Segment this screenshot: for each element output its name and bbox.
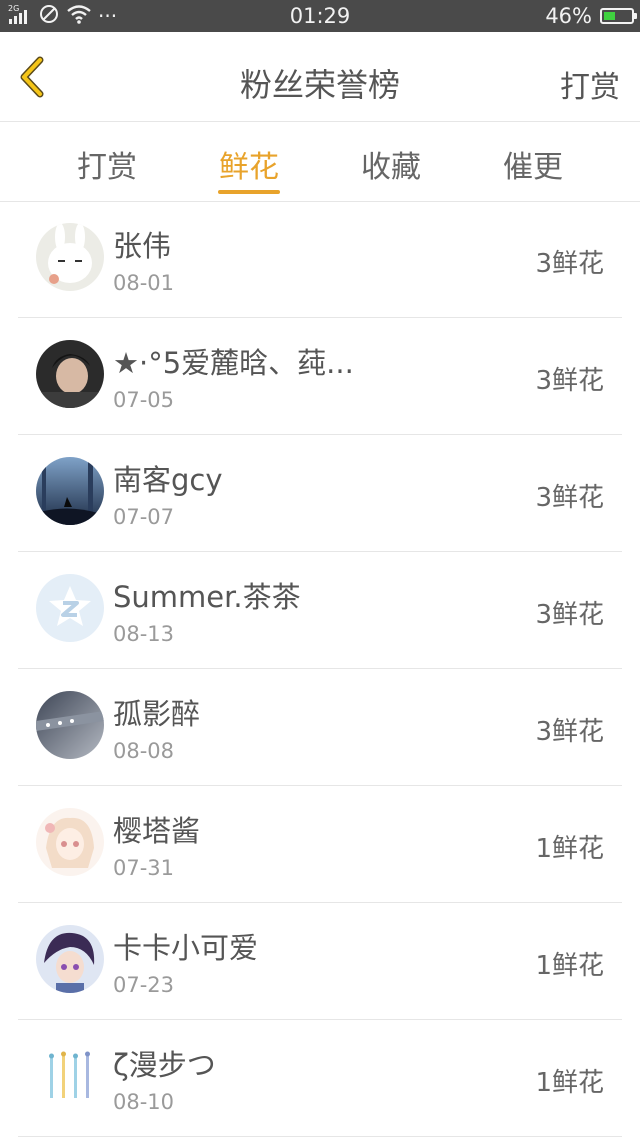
flower-count: 1鲜花 <box>535 951 604 981</box>
gift-date: 08-13 <box>113 622 175 646</box>
tab-urge-update[interactable]: 催更 <box>488 142 578 186</box>
battery-icon <box>600 8 637 24</box>
reward-button[interactable]: 打赏 <box>560 62 620 106</box>
battery-tip <box>634 13 637 19</box>
white-rabbit-avatar <box>36 223 104 291</box>
status-right: 46% <box>545 4 637 28</box>
active-tab-indicator <box>218 190 280 194</box>
tab-reward[interactable]: 打赏 <box>62 142 152 186</box>
user-name: 张伟 <box>113 229 172 263</box>
flower-count: 3鲜花 <box>535 249 604 279</box>
status-bar: 2G ··· 01:29 46% <box>0 0 640 32</box>
gift-date: 08-01 <box>113 271 175 295</box>
boy-portrait-avatar <box>36 340 104 408</box>
wolf-forest-avatar <box>36 457 104 525</box>
chevron-left-icon <box>20 56 44 98</box>
anime-boy-avatar <box>36 925 104 993</box>
flower-count: 3鲜花 <box>535 600 604 630</box>
user-name: ζ漫步つ <box>113 1048 216 1082</box>
default-qq-avatar <box>36 574 104 642</box>
gift-date: 08-08 <box>113 739 175 763</box>
flower-count: 3鲜花 <box>535 483 604 513</box>
user-name: Summer.茶茶 <box>113 580 301 614</box>
list-item[interactable]: 樱塔酱 07-31 1鲜花 <box>0 786 640 903</box>
list-item[interactable]: 卡卡小可爱 07-23 1鲜花 <box>0 903 640 1020</box>
user-name: 樱塔酱 <box>113 814 201 848</box>
page-title: 粉丝荣誉榜 <box>239 66 400 104</box>
tab-flowers[interactable]: 鲜花 <box>204 142 294 186</box>
user-name: ★·°5爱麓晗、莼... <box>113 346 354 380</box>
list-item[interactable]: Summer.茶茶 08-13 3鲜花 <box>0 552 640 669</box>
list-item[interactable]: 南客gcy 07-07 3鲜花 <box>0 435 640 552</box>
flower-count: 1鲜花 <box>535 834 604 864</box>
gift-date: 07-23 <box>113 973 175 997</box>
user-name: 卡卡小可爱 <box>113 931 259 965</box>
battery-percent: 46% <box>545 4 592 28</box>
flower-count: 3鲜花 <box>535 717 604 747</box>
gift-date: 07-05 <box>113 388 175 412</box>
user-name: 南客gcy <box>113 463 223 497</box>
user-name: 孤影醉 <box>113 697 201 731</box>
status-time: 01:29 <box>289 4 351 28</box>
back-button[interactable] <box>10 52 60 102</box>
list-item[interactable]: 张伟 08-01 3鲜花 <box>0 201 640 318</box>
flower-count: 1鲜花 <box>535 1068 604 1098</box>
flower-count: 3鲜花 <box>535 366 604 396</box>
umbrellas-avatar <box>36 1042 104 1110</box>
tunnel-avatar <box>36 691 104 759</box>
anime-girl-avatar <box>36 808 104 876</box>
list-item[interactable]: ζ漫步つ 08-10 1鲜花 <box>0 1020 640 1137</box>
gift-date: 07-31 <box>113 856 175 880</box>
tab-bar: 打赏 鲜花 收藏 催更 <box>0 122 640 202</box>
gift-date: 08-10 <box>113 1090 175 1114</box>
header: 粉丝荣誉榜 打赏 <box>0 32 640 122</box>
gift-date: 07-07 <box>113 505 175 529</box>
tab-favorites[interactable]: 收藏 <box>346 142 436 186</box>
list-item[interactable]: 孤影醉 08-08 3鲜花 <box>0 669 640 786</box>
battery-fill <box>604 12 616 20</box>
row-divider <box>18 1136 622 1137</box>
list-item[interactable]: ★·°5爱麓晗、莼... 07-05 3鲜花 <box>0 318 640 435</box>
